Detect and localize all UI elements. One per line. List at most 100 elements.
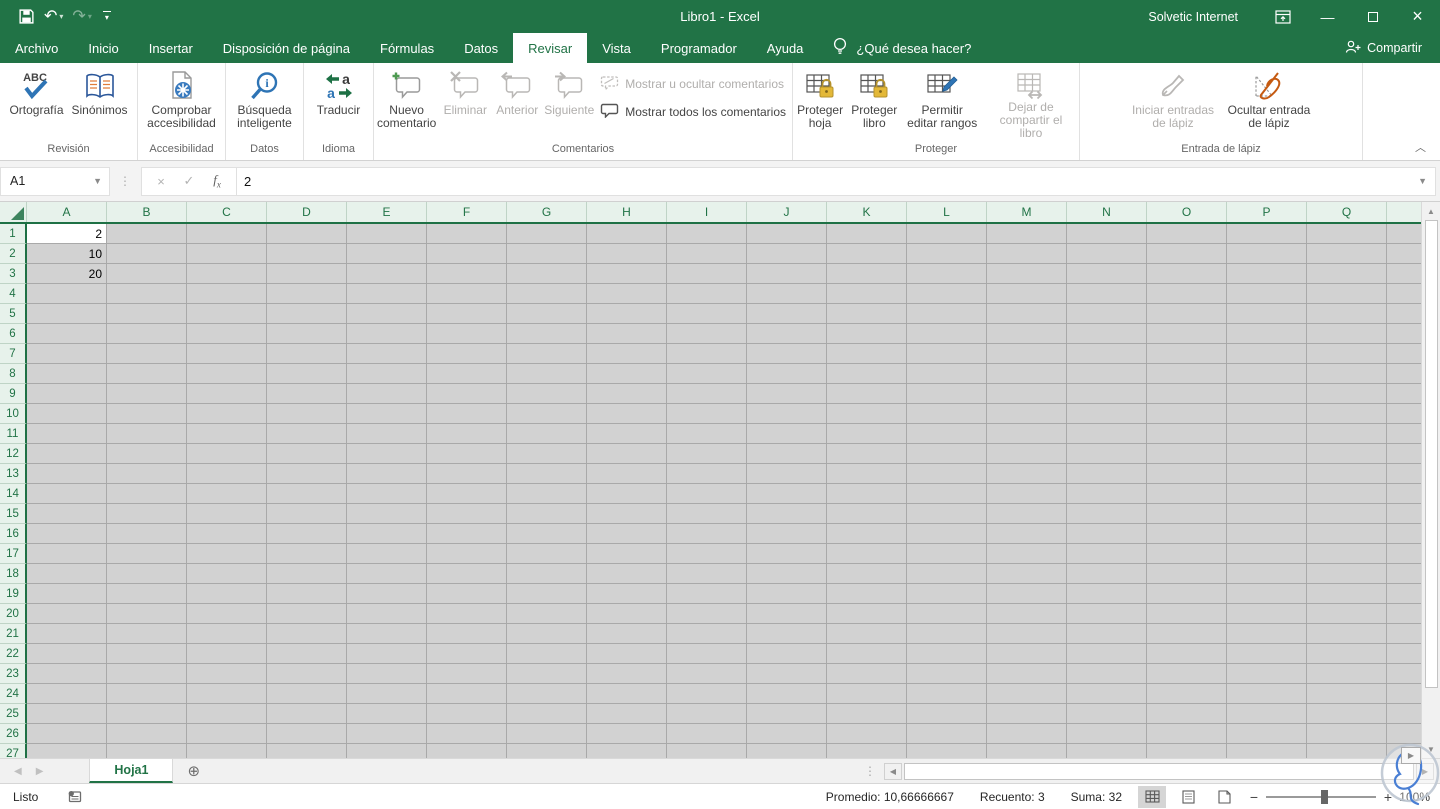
normal-view-icon[interactable]	[1138, 785, 1166, 808]
grid-cell[interactable]	[747, 384, 827, 404]
grid-cell[interactable]	[1067, 304, 1147, 324]
redo-button[interactable]: ↷ ▾	[68, 8, 95, 26]
grid-cell[interactable]	[507, 344, 587, 364]
row-header-17[interactable]: 17	[0, 544, 27, 564]
grid-cell[interactable]	[107, 524, 187, 544]
collapse-ribbon-icon[interactable]: ︿	[1415, 139, 1426, 155]
ribbon-display-options-icon[interactable]	[1260, 0, 1305, 33]
grid-cell[interactable]	[747, 544, 827, 564]
grid-cell[interactable]	[1147, 424, 1227, 444]
grid-cell[interactable]	[507, 744, 587, 758]
grid-cell[interactable]	[347, 564, 427, 584]
grid-cell[interactable]	[667, 264, 747, 284]
grid-cell[interactable]	[907, 224, 987, 244]
grid-cell[interactable]	[827, 444, 907, 464]
grid-cell[interactable]	[1067, 584, 1147, 604]
row-header-25[interactable]: 25	[0, 704, 27, 724]
grid-cell[interactable]	[1147, 284, 1227, 304]
siguiente-button[interactable]: Siguiente	[543, 64, 595, 140]
grid-cell[interactable]	[27, 744, 107, 758]
grid-cell[interactable]	[1387, 484, 1421, 504]
grid-cell[interactable]	[507, 444, 587, 464]
grid-cell[interactable]	[27, 624, 107, 644]
grid-cell[interactable]	[587, 284, 667, 304]
grid-cell[interactable]	[267, 384, 347, 404]
grid-cell[interactable]	[1147, 524, 1227, 544]
grid-cell[interactable]	[267, 664, 347, 684]
grid-cell[interactable]	[907, 444, 987, 464]
grid-cell[interactable]	[827, 344, 907, 364]
grid-cell[interactable]	[427, 484, 507, 504]
tab-archivo[interactable]: Archivo	[0, 33, 73, 63]
grid-cell[interactable]	[1307, 264, 1387, 284]
busqueda-inteligente-button[interactable]: i Búsqueda inteligente	[226, 64, 303, 140]
grid-cell[interactable]	[1227, 644, 1307, 664]
grid-cell[interactable]	[27, 484, 107, 504]
row-header-8[interactable]: 8	[0, 364, 27, 384]
grid-cell[interactable]	[107, 244, 187, 264]
grid-cell[interactable]	[1387, 464, 1421, 484]
grid-cell[interactable]	[267, 224, 347, 244]
grid-cell[interactable]	[187, 404, 267, 424]
grid-cell[interactable]	[1387, 724, 1421, 744]
tab-disposicion-de-pagina[interactable]: Disposición de página	[208, 33, 365, 63]
grid-cell[interactable]	[1147, 604, 1227, 624]
row-header-3[interactable]: 3	[0, 264, 27, 284]
grid-cell[interactable]	[1067, 384, 1147, 404]
grid-cell[interactable]	[187, 224, 267, 244]
grid-cell[interactable]	[987, 264, 1067, 284]
row-header-14[interactable]: 14	[0, 484, 27, 504]
grid-cell[interactable]	[1147, 744, 1227, 758]
nuevo-comentario-button[interactable]: Nuevo comentario	[374, 64, 439, 140]
save-icon[interactable]	[14, 6, 39, 27]
grid-cell[interactable]	[667, 464, 747, 484]
grid-cell[interactable]	[587, 504, 667, 524]
grid-cell[interactable]	[347, 444, 427, 464]
grid-cell[interactable]	[507, 264, 587, 284]
grid-cell[interactable]	[1387, 704, 1421, 724]
grid-cell[interactable]	[827, 704, 907, 724]
grid-cell[interactable]	[587, 384, 667, 404]
sinonimos-button[interactable]: Sinónimos	[68, 64, 132, 140]
grid-cell[interactable]	[427, 684, 507, 704]
grid-cell[interactable]	[907, 244, 987, 264]
tab-datos[interactable]: Datos	[449, 33, 513, 63]
grid-cell[interactable]	[1227, 384, 1307, 404]
grid-cell[interactable]	[1067, 264, 1147, 284]
grid-cell[interactable]	[187, 444, 267, 464]
grid-cell[interactable]	[907, 424, 987, 444]
grid-cell[interactable]	[107, 544, 187, 564]
grid-cell[interactable]	[827, 664, 907, 684]
grid-cell[interactable]	[1067, 564, 1147, 584]
row-header-21[interactable]: 21	[0, 624, 27, 644]
grid-cell[interactable]	[1147, 324, 1227, 344]
grid-cell[interactable]	[987, 384, 1067, 404]
grid-cell[interactable]	[1387, 504, 1421, 524]
grid-cell[interactable]	[987, 664, 1067, 684]
grid-cell[interactable]	[1067, 504, 1147, 524]
share-button[interactable]: Compartir	[1327, 33, 1440, 63]
grid-cell[interactable]	[1227, 244, 1307, 264]
grid-cell[interactable]	[667, 624, 747, 644]
grid-cell[interactable]	[1387, 384, 1421, 404]
grid-cell[interactable]	[107, 224, 187, 244]
grid-cell[interactable]	[27, 344, 107, 364]
grid-cell[interactable]	[747, 704, 827, 724]
grid-cell[interactable]	[1307, 304, 1387, 324]
insert-function-icon[interactable]: fx	[204, 172, 230, 190]
grid-cell[interactable]	[1067, 324, 1147, 344]
grid-cell[interactable]	[747, 264, 827, 284]
grid-cell[interactable]	[507, 564, 587, 584]
grid-cell[interactable]	[267, 364, 347, 384]
horizontal-scroll-thumb[interactable]	[904, 762, 1414, 780]
grid-cell[interactable]	[107, 604, 187, 624]
grid-cell[interactable]	[187, 344, 267, 364]
grid-cell[interactable]	[187, 684, 267, 704]
grid-cell[interactable]	[1307, 284, 1387, 304]
grid-cell[interactable]	[107, 424, 187, 444]
grid-cell[interactable]	[1147, 404, 1227, 424]
grid-cell[interactable]	[747, 644, 827, 664]
ortografia-button[interactable]: ABC Ortografía	[5, 64, 67, 140]
grid-cell[interactable]	[27, 564, 107, 584]
grid-cell[interactable]	[747, 724, 827, 744]
